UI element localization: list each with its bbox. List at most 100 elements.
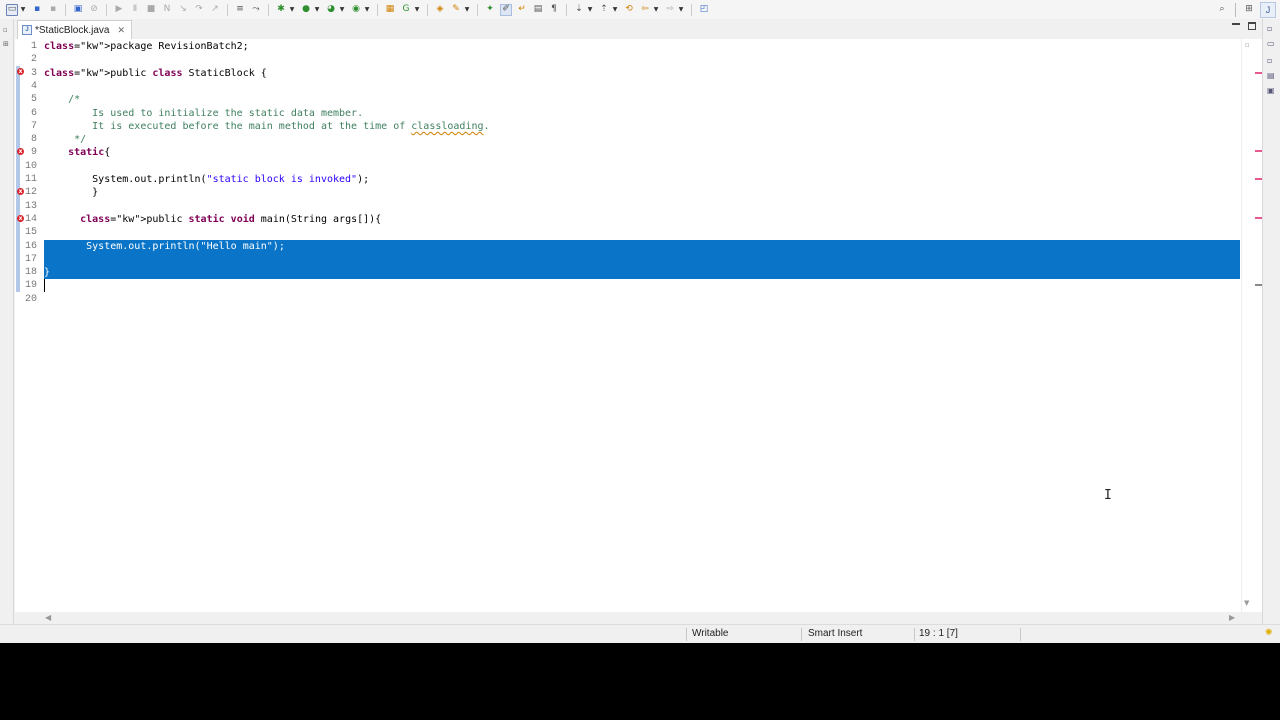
scroll-down-icon[interactable]: ▼ xyxy=(1244,599,1249,607)
toolbar-separator xyxy=(691,3,692,16)
editor-tab-bar: J *StaticBlock.java ✕ xyxy=(15,19,1262,39)
step-over-icon[interactable]: ↷ xyxy=(193,4,205,16)
run-dropdown[interactable]: ▼ xyxy=(314,4,320,16)
minimize-icon[interactable] xyxy=(1232,23,1240,25)
resume-icon[interactable]: ▶ xyxy=(113,4,125,16)
disconnect-icon[interactable]: N xyxy=(161,4,173,16)
coverage-icon[interactable]: ◕ xyxy=(325,4,337,16)
line-number: 5 xyxy=(30,94,37,106)
show-whitespace-icon[interactable]: ¶ xyxy=(548,4,560,16)
new-class-dropdown[interactable]: ▼ xyxy=(414,4,420,16)
next-annotation-icon[interactable]: ⇣ xyxy=(573,4,585,16)
external-tools-icon[interactable]: ◉ xyxy=(350,4,362,16)
code-line: } xyxy=(44,187,99,199)
outline-icon[interactable]: ▭ xyxy=(1267,39,1277,49)
overview-mark[interactable] xyxy=(1255,284,1262,286)
line-number: 12 xyxy=(24,187,37,199)
line-number: 14 xyxy=(24,213,37,225)
error-overview-mark[interactable] xyxy=(1255,217,1262,219)
new-java-project-icon[interactable]: ▦ xyxy=(384,4,396,16)
code-editor[interactable]: x x x x 1 2 3 4 5 6 7 8 9 10 11 12 13 14 15 16 17 18 19 20 … xyxy=(15,39,1241,612)
toggle-word-wrap-icon[interactable]: ↵ xyxy=(516,4,528,16)
suspend-icon[interactable]: Ⅱ xyxy=(129,4,141,16)
scroll-right-icon[interactable]: ▶ xyxy=(1229,612,1235,624)
toggle-block-selection-icon[interactable]: ▤ xyxy=(532,4,544,16)
line-number: 1 xyxy=(30,41,37,52)
code-line: /* xyxy=(44,94,81,106)
previous-annotation-dropdown[interactable]: ▼ xyxy=(612,4,618,16)
line-number: 13 xyxy=(24,200,37,212)
line-number: 15 xyxy=(24,227,37,239)
maximize-icon[interactable] xyxy=(1248,22,1256,30)
code-line: System.out.println("Hello main"); xyxy=(44,240,285,252)
horizontal-scrollbar[interactable]: ◀ ▶ xyxy=(15,612,1241,624)
open-perspective-icon[interactable]: ⊞ xyxy=(1243,4,1255,16)
java-perspective-icon[interactable]: J xyxy=(1260,1,1276,18)
restore-icon[interactable]: ▫ xyxy=(1267,56,1277,66)
line-number: 3 xyxy=(30,67,37,79)
open-type-icon[interactable]: ◈ xyxy=(434,4,446,16)
error-overview-mark[interactable] xyxy=(1255,178,1262,180)
line-number: 10 xyxy=(24,160,37,172)
external-tools-dropdown[interactable]: ▼ xyxy=(364,4,370,16)
lightbulb-icon[interactable]: ✺ xyxy=(1265,628,1274,639)
restore-icon[interactable]: ▫ xyxy=(1267,24,1277,34)
debug-dropdown[interactable]: ▼ xyxy=(289,4,295,16)
package-explorer-icon[interactable]: ⊞ xyxy=(3,40,11,48)
search-dropdown[interactable]: ▼ xyxy=(464,4,470,16)
run-icon[interactable]: ● xyxy=(300,4,312,16)
status-writable: Writable xyxy=(692,628,729,639)
left-trim-stack: ▫ ⊞ xyxy=(0,19,14,643)
java-file-icon: J xyxy=(22,25,32,35)
drop-to-frame-icon[interactable]: ≡ xyxy=(234,4,246,16)
toolbar-separator xyxy=(227,3,228,16)
search-icon[interactable]: ⌕ xyxy=(1216,4,1228,16)
forward-dropdown[interactable]: ▼ xyxy=(678,4,684,16)
new-dropdown[interactable]: ▼ xyxy=(20,4,26,16)
forward-icon[interactable]: ⇨ xyxy=(664,4,676,16)
search-toolbar-icon[interactable]: ✎ xyxy=(450,4,462,16)
toggle-breadcrumb-icon[interactable]: ✐ xyxy=(500,3,512,16)
previous-annotation-icon[interactable]: ⇡ xyxy=(598,4,610,16)
restore-icon[interactable]: ▫ xyxy=(3,26,11,34)
back-icon[interactable]: ⇦ xyxy=(639,4,651,16)
task-list-icon[interactable]: ▤ xyxy=(1267,71,1277,81)
toggle-mark-occurrences-icon[interactable]: ✦ xyxy=(484,4,496,16)
use-step-filters-icon[interactable]: ⤳ xyxy=(250,4,262,16)
status-separator xyxy=(801,628,802,641)
save-icon[interactable]: ▪ xyxy=(31,4,43,16)
toolbar-separator xyxy=(1235,2,1236,17)
console-icon[interactable]: ▣ xyxy=(1267,86,1277,96)
save-all-icon[interactable]: ▪ xyxy=(47,4,59,16)
terminal-icon[interactable]: ▣ xyxy=(72,4,84,16)
status-insert-mode[interactable]: Smart Insert xyxy=(804,625,862,643)
scroll-left-icon[interactable]: ◀ xyxy=(45,612,51,624)
tab-staticblock-java[interactable]: J *StaticBlock.java ✕ xyxy=(17,20,133,39)
status-cursor-position[interactable]: 19 : 1 [7] xyxy=(915,625,958,643)
tab-title: *StaticBlock.java xyxy=(35,24,110,36)
coverage-dropdown[interactable]: ▼ xyxy=(339,4,345,16)
error-overview-mark[interactable] xyxy=(1255,150,1262,152)
next-annotation-dropdown[interactable]: ▼ xyxy=(587,4,593,16)
overview-ruler[interactable]: ▫ ▼ xyxy=(1241,39,1262,612)
status-separator xyxy=(1020,628,1021,641)
eclipse-window: ▭ ▼ ▪ ▪ ▣ ⊘ ▶ Ⅱ ■ N ↘ ↷ ↗ ≡ ⤳ ✱ ▼ ● ▼ ◕ ▼ ◉ ▼… xyxy=(0,0,1280,643)
toolbar-separator xyxy=(268,3,269,16)
code-line: */ xyxy=(44,134,87,146)
step-into-icon[interactable]: ↘ xyxy=(177,4,189,16)
step-return-icon[interactable]: ↗ xyxy=(209,4,221,16)
close-tab-icon[interactable]: ✕ xyxy=(117,25,125,36)
terminate-icon[interactable]: ■ xyxy=(145,4,157,16)
last-edit-location-icon[interactable]: ⟲ xyxy=(623,4,635,16)
code-line: static{ xyxy=(68,147,111,159)
debug-icon[interactable]: ✱ xyxy=(275,4,287,16)
skip-breakpoints-icon[interactable]: ⊘ xyxy=(88,4,100,16)
code-line: class="kw">public static void main(Strin… xyxy=(80,213,382,225)
back-dropdown[interactable]: ▼ xyxy=(653,4,659,16)
new-icon[interactable]: ▭ xyxy=(6,3,18,16)
pin-editor-icon[interactable]: ◰ xyxy=(698,4,710,16)
error-overview-mark[interactable] xyxy=(1255,72,1262,74)
new-class-icon[interactable]: G xyxy=(400,4,412,16)
error-summary-icon[interactable]: ▫ xyxy=(1245,41,1253,49)
line-number: 16 xyxy=(24,240,37,252)
